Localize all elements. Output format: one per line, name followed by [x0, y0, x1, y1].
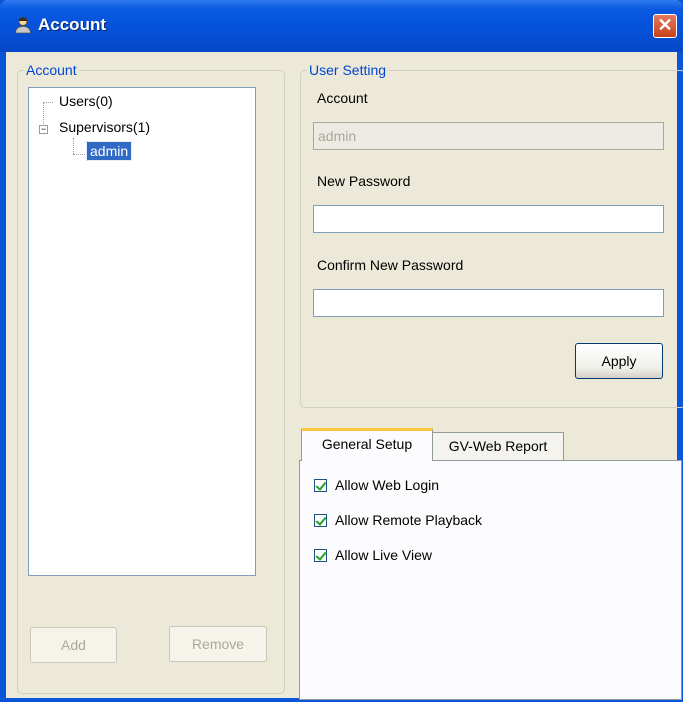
tab-gv-web-report[interactable]: GV-Web Report [432, 432, 564, 462]
allow-remote-playback-label: Allow Remote Playback [335, 512, 483, 528]
account-tree[interactable]: Users(0) − Supervisors(1) admin [28, 87, 256, 576]
account-window: Account ✕ Account Users(0) − Supervisors… [0, 0, 683, 702]
checkmark-icon [315, 513, 327, 526]
user-icon [15, 17, 31, 34]
general-setup-panel: Allow Web Login Allow Remote Playback Al… [299, 460, 682, 700]
tab-general-setup[interactable]: General Setup [301, 428, 433, 461]
apply-button[interactable]: Apply [575, 343, 663, 379]
close-icon: ✕ [657, 15, 673, 35]
tree-item-admin[interactable]: admin [85, 141, 133, 161]
account-group-legend: Account [26, 62, 77, 78]
allow-live-view-label: Allow Live View [335, 547, 433, 563]
close-button[interactable]: ✕ [653, 14, 677, 38]
account-field[interactable] [313, 122, 664, 150]
add-button[interactable]: Add [30, 627, 117, 663]
allow-web-login-checkbox[interactable] [314, 478, 327, 492]
allow-remote-playback-row[interactable]: Allow Remote Playback [314, 512, 482, 528]
title-bar[interactable]: Account ✕ [0, 0, 683, 52]
new-password-field[interactable] [313, 205, 664, 233]
checkmark-icon [315, 548, 327, 561]
tree-item-supervisors[interactable]: Supervisors(1) [59, 119, 150, 135]
new-password-label: New Password [317, 173, 411, 189]
confirm-password-field[interactable] [313, 289, 664, 317]
account-label: Account [317, 90, 368, 106]
window-title: Account [38, 15, 106, 34]
remove-button[interactable]: Remove [169, 626, 267, 662]
allow-web-login-row[interactable]: Allow Web Login [314, 477, 439, 493]
collapse-icon[interactable]: − [39, 125, 48, 134]
confirm-password-label: Confirm New Password [317, 257, 464, 273]
allow-live-view-checkbox[interactable] [314, 548, 327, 562]
tree-item-users[interactable]: Users(0) [59, 93, 113, 109]
tree-connector [43, 102, 53, 103]
allow-web-login-label: Allow Web Login [335, 477, 440, 493]
allow-remote-playback-checkbox[interactable] [314, 513, 327, 527]
user-setting-legend: User Setting [309, 62, 387, 78]
checkmark-icon [315, 478, 327, 491]
allow-live-view-row[interactable]: Allow Live View [314, 547, 432, 563]
tree-connector [73, 138, 74, 154]
tree-connector [73, 154, 85, 155]
